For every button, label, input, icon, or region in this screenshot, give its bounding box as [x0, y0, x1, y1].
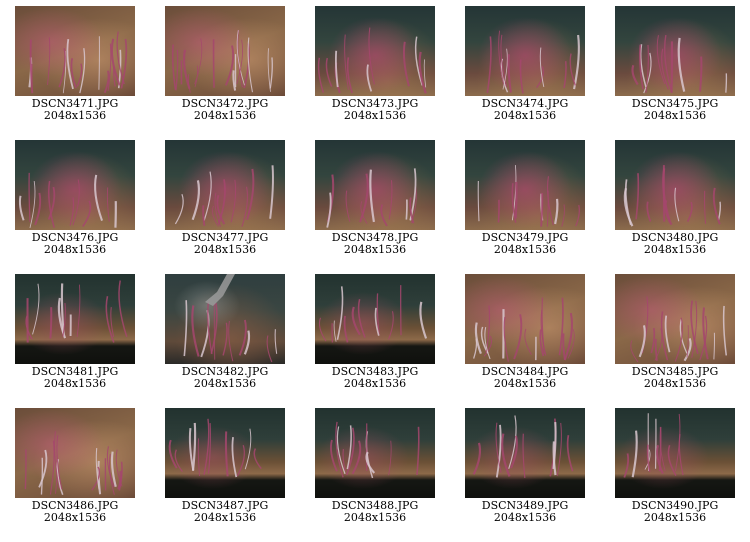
thumbnail-dimensions: 2048x1536 — [343, 109, 407, 122]
thumbnail-dimensions: 2048x1536 — [43, 109, 107, 122]
photo-content — [24, 431, 123, 496]
photo-thumbnail[interactable] — [615, 6, 735, 96]
photo-content — [472, 415, 574, 479]
photo-thumbnail[interactable] — [465, 6, 585, 96]
photo-thumbnail[interactable] — [15, 274, 135, 364]
thumbnail-dimensions: 2048x1536 — [193, 511, 257, 524]
thumbnail-dimensions: 2048x1536 — [193, 243, 257, 256]
photo-content — [168, 418, 262, 478]
photo-thumbnail[interactable] — [615, 408, 735, 498]
photo-content — [477, 165, 580, 227]
thumbnail-dimensions: 2048x1536 — [493, 377, 557, 390]
thumbnail-item[interactable]: DSCN3485.JPG 2048x1536 — [600, 274, 750, 408]
photo-content — [183, 274, 278, 363]
thumbnail-item[interactable]: DSCN3471.JPG 2048x1536 — [0, 6, 150, 140]
photo-thumbnail[interactable] — [315, 6, 435, 96]
thumbnail-item[interactable]: DSCN3487.JPG 2048x1536 — [150, 408, 300, 542]
photo-content — [630, 296, 728, 363]
photo-thumbnail[interactable] — [615, 274, 735, 364]
thumbnail-dimensions: 2048x1536 — [493, 109, 557, 122]
thumbnail-dimensions: 2048x1536 — [43, 377, 107, 390]
thumbnail-item[interactable]: DSCN3478.JPG 2048x1536 — [300, 140, 450, 274]
thumbnail-dimensions: 2048x1536 — [493, 511, 557, 524]
photo-thumbnail[interactable] — [315, 140, 435, 230]
thumbnail-item[interactable]: DSCN3474.JPG 2048x1536 — [450, 6, 600, 140]
thumbnail-item[interactable]: DSCN3481.JPG 2048x1536 — [0, 274, 150, 408]
photo-thumbnail[interactable] — [165, 408, 285, 498]
photo-thumbnail[interactable] — [15, 140, 135, 230]
thumbnail-item[interactable]: DSCN3472.JPG 2048x1536 — [150, 6, 300, 140]
photo-content — [25, 280, 128, 343]
thumbnail-dimensions: 2048x1536 — [193, 109, 257, 122]
photo-thumbnail[interactable] — [465, 408, 585, 498]
thumbnail-item[interactable]: DSCN3486.JPG 2048x1536 — [0, 408, 150, 542]
thumbnail-item[interactable]: DSCN3489.JPG 2048x1536 — [450, 408, 600, 542]
thumbnail-dimensions: 2048x1536 — [643, 511, 707, 524]
thumbnail-item[interactable]: DSCN3488.JPG 2048x1536 — [300, 408, 450, 542]
thumbnail-item[interactable]: DSCN3482.JPG 2048x1536 — [150, 274, 300, 408]
photo-content — [473, 297, 575, 362]
thumbnail-dimensions: 2048x1536 — [643, 377, 707, 390]
photo-content — [631, 34, 728, 94]
photo-content — [623, 413, 684, 478]
photo-thumbnail[interactable] — [165, 6, 285, 96]
thumbnail-item[interactable]: DSCN3475.JPG 2048x1536 — [600, 6, 750, 140]
photo-thumbnail[interactable] — [315, 408, 435, 498]
photo-content — [171, 30, 273, 93]
thumbnail-dimensions: 2048x1536 — [643, 243, 707, 256]
thumbnail-dimensions: 2048x1536 — [43, 243, 107, 256]
photo-content — [317, 27, 427, 94]
thumbnail-item[interactable]: DSCN3490.JPG 2048x1536 — [600, 408, 750, 542]
photo-thumbnail[interactable] — [165, 140, 285, 230]
photo-content — [330, 421, 420, 479]
thumbnail-dimensions: 2048x1536 — [193, 377, 257, 390]
thumbnail-dimensions: 2048x1536 — [343, 243, 407, 256]
photo-thumbnail[interactable] — [465, 274, 585, 364]
thumbnail-dimensions: 2048x1536 — [43, 511, 107, 524]
thumbnail-item[interactable]: DSCN3479.JPG 2048x1536 — [450, 140, 600, 274]
photo-thumbnail[interactable] — [315, 274, 435, 364]
photo-content — [174, 165, 274, 227]
thumbnail-item[interactable]: DSCN3480.JPG 2048x1536 — [600, 140, 750, 274]
photo-thumbnail[interactable] — [165, 274, 285, 364]
photo-content — [486, 30, 580, 94]
thumbnail-item[interactable]: DSCN3483.JPG 2048x1536 — [300, 274, 450, 408]
thumbnail-dimensions: 2048x1536 — [343, 377, 407, 390]
thumbnail-dimensions: 2048x1536 — [493, 243, 557, 256]
photo-thumbnail[interactable] — [15, 6, 135, 96]
thumbnail-item[interactable]: DSCN3473.JPG 2048x1536 — [300, 6, 450, 140]
photo-thumbnail[interactable] — [465, 140, 585, 230]
thumbnail-item[interactable]: DSCN3476.JPG 2048x1536 — [0, 140, 150, 274]
thumbnail-dimensions: 2048x1536 — [343, 511, 407, 524]
photo-content — [318, 285, 428, 343]
photo-thumbnail[interactable] — [615, 140, 735, 230]
thumbnail-dimensions: 2048x1536 — [643, 109, 707, 122]
photo-content — [326, 168, 417, 228]
photo-content — [623, 165, 722, 227]
photo-content — [28, 31, 128, 94]
thumbnail-item[interactable]: DSCN3484.JPG 2048x1536 — [450, 274, 600, 408]
thumbnail-grid: DSCN3471.JPG 2048x1536 DSCN3472.JPG 2048… — [0, 6, 750, 542]
photo-thumbnail[interactable] — [15, 408, 135, 498]
thumbnail-item[interactable]: DSCN3477.JPG 2048x1536 — [150, 140, 300, 274]
photo-content — [18, 172, 117, 229]
